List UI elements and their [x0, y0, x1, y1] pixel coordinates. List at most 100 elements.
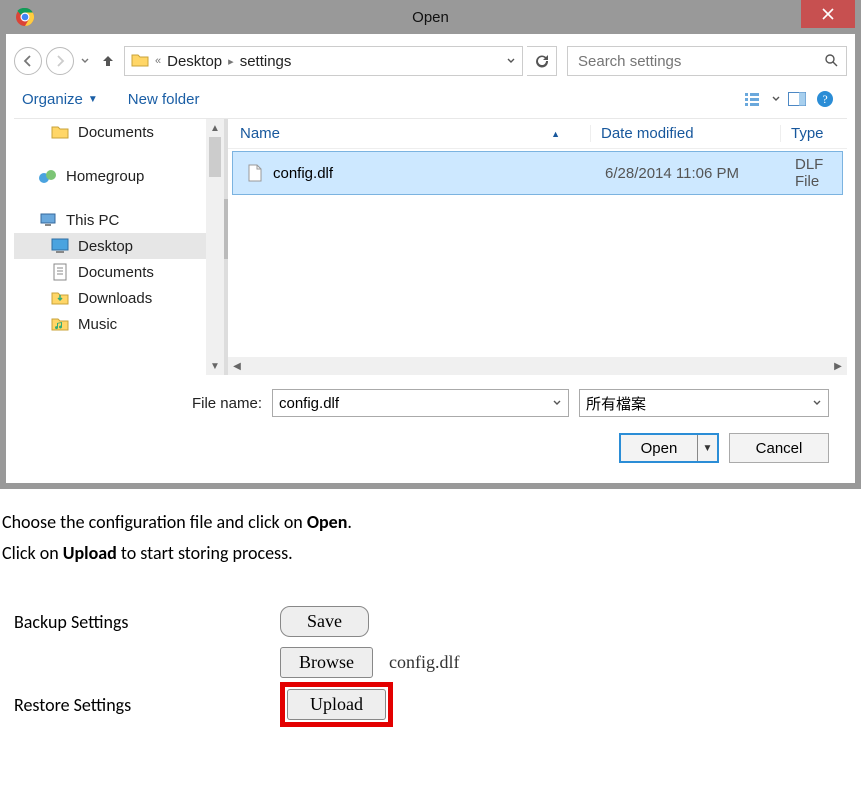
titlebar: Open: [6, 0, 855, 34]
list-view-icon: [744, 91, 766, 107]
column-date[interactable]: Date modified: [590, 125, 780, 142]
column-type[interactable]: Type: [780, 125, 835, 142]
search-box[interactable]: [567, 46, 847, 76]
instruction-text: Choose the configuration file and click …: [0, 489, 865, 576]
breadcrumb-settings[interactable]: settings: [240, 53, 292, 70]
sidebar: Documents Homegroup This PC Desktop: [14, 119, 224, 375]
scroll-up-icon[interactable]: ▲: [206, 119, 224, 137]
browse-button[interactable]: Browse: [280, 647, 373, 678]
file-icon: [245, 164, 265, 182]
filetype-value: 所有檔案: [586, 393, 646, 414]
homegroup-icon: [38, 167, 58, 185]
arrow-left-icon: [21, 54, 35, 68]
chevron-down-icon: [552, 395, 562, 412]
organize-menu[interactable]: Organize ▼: [22, 91, 98, 108]
sidebar-item-label: Documents: [78, 264, 154, 281]
music-icon: [50, 315, 70, 333]
refresh-icon: [535, 54, 549, 68]
chevron-right-icon: ▸: [228, 55, 234, 68]
filename-label: File name:: [32, 395, 262, 412]
sidebar-item-label: This PC: [66, 212, 119, 229]
sort-indicator-icon: ▲: [551, 129, 560, 139]
breadcrumb-ellipsis: «: [155, 55, 161, 67]
sidebar-item-documents-2[interactable]: Documents: [14, 259, 224, 285]
scroll-thumb[interactable]: [209, 137, 221, 177]
search-input[interactable]: [576, 52, 824, 71]
splitter-handle[interactable]: [224, 199, 228, 259]
filename-field[interactable]: config.dlf: [272, 389, 569, 417]
upload-button[interactable]: Upload: [287, 689, 386, 720]
file-row[interactable]: config.dlf 6/28/2014 11:06 PM DLF File: [232, 151, 843, 195]
back-button[interactable]: [14, 47, 42, 75]
sidebar-item-documents[interactable]: Documents: [14, 119, 224, 145]
sidebar-item-label: Music: [78, 316, 117, 333]
documents-icon: [50, 263, 70, 281]
button-row: Open ▼ Cancel: [32, 433, 829, 463]
column-name[interactable]: Name ▲: [240, 125, 590, 142]
sidebar-item-homegroup[interactable]: Homegroup: [14, 163, 224, 189]
sidebar-item-label: Documents: [78, 124, 154, 141]
close-button[interactable]: [801, 0, 855, 28]
sidebar-item-music[interactable]: Music: [14, 311, 224, 337]
sidebar-item-desktop[interactable]: Desktop: [14, 233, 224, 259]
save-button[interactable]: Save: [280, 606, 369, 637]
folder-icon: [131, 52, 149, 70]
forward-button[interactable]: [46, 47, 74, 75]
scroll-down-icon[interactable]: ▼: [206, 357, 224, 375]
preview-pane-button[interactable]: [783, 86, 811, 112]
help-button[interactable]: ?: [811, 86, 839, 112]
open-label: Open: [621, 440, 697, 457]
address-bar[interactable]: « Desktop ▸ settings: [124, 46, 523, 76]
open-button[interactable]: Open ▼: [619, 433, 719, 463]
breadcrumb-desktop[interactable]: Desktop: [167, 53, 222, 70]
chevron-down-icon: ▼: [88, 94, 98, 105]
chevron-down-icon: [772, 95, 780, 103]
search-icon: [824, 53, 838, 70]
chevron-down-icon: [81, 57, 89, 65]
instruction-line-1: Choose the configuration file and click …: [2, 507, 863, 538]
nav-row: « Desktop ▸ settings: [14, 42, 847, 80]
sidebar-item-downloads[interactable]: Downloads: [14, 285, 224, 311]
sidebar-scrollbar[interactable]: ▲ ▼: [206, 119, 224, 375]
sidebar-item-label: Desktop: [78, 238, 133, 255]
recent-dropdown[interactable]: [78, 47, 92, 75]
cancel-button[interactable]: Cancel: [729, 433, 829, 463]
preview-pane-icon: [788, 92, 806, 106]
view-dropdown[interactable]: [769, 86, 783, 112]
refresh-button[interactable]: [527, 46, 557, 76]
selected-filename: config.dlf: [389, 652, 459, 673]
desktop-icon: [50, 237, 70, 255]
file-type: DLF File: [785, 156, 830, 190]
dialog-body: « Desktop ▸ settings Organize ▼: [6, 34, 855, 483]
scroll-right-icon[interactable]: ▶: [829, 361, 847, 372]
new-folder-button[interactable]: New folder: [128, 91, 200, 108]
browse-row: Browse config.dlf: [14, 647, 851, 678]
up-button[interactable]: [96, 47, 120, 75]
view-mode-button[interactable]: [741, 86, 769, 112]
file-date: 6/28/2014 11:06 PM: [595, 165, 785, 182]
downloads-icon: [50, 289, 70, 307]
file-browser-body: Documents Homegroup This PC Desktop: [14, 119, 847, 375]
file-list-area: Name ▲ Date modified Type config.dlf 6/2…: [224, 119, 847, 375]
open-split-dropdown[interactable]: ▼: [697, 435, 717, 461]
open-file-dialog: Open « Desktop ▸: [0, 0, 861, 489]
svg-text:?: ?: [822, 92, 827, 106]
file-name: config.dlf: [273, 165, 333, 182]
column-headers: Name ▲ Date modified Type: [228, 119, 847, 149]
sidebar-item-this-pc[interactable]: This PC: [14, 207, 224, 233]
filetype-field[interactable]: 所有檔案: [579, 389, 829, 417]
chevron-down-icon[interactable]: [506, 53, 516, 69]
dialog-title: Open: [412, 9, 449, 26]
scroll-left-icon[interactable]: ◀: [228, 361, 246, 372]
filename-row: File name: config.dlf 所有檔案: [32, 389, 829, 417]
pc-icon: [38, 211, 58, 229]
horizontal-scrollbar[interactable]: ◀ ▶: [228, 357, 847, 375]
instruction-line-2: Click on Upload to start storing process…: [2, 538, 863, 569]
chevron-down-icon: [812, 395, 822, 412]
restore-label: Restore Settings: [14, 694, 264, 716]
sidebar-item-label: Downloads: [78, 290, 152, 307]
backup-row: Backup Settings Save: [14, 606, 851, 637]
close-icon: [822, 8, 834, 20]
organize-label: Organize: [22, 91, 83, 108]
settings-form: Backup Settings Save Browse config.dlf R…: [0, 576, 865, 727]
